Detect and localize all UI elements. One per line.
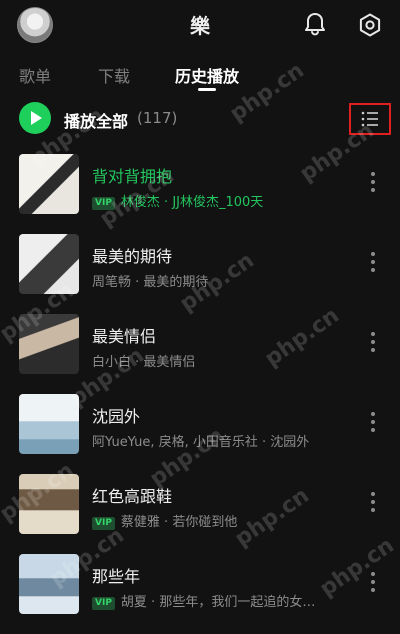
- album-cover: [19, 394, 79, 454]
- artist-album: 阿YueYue, 戾格, 小田音乐社 · 沈园外: [92, 435, 310, 450]
- artist-album: 周笔畅 · 最美的期待: [92, 275, 209, 290]
- list-mode-icon: [361, 111, 378, 127]
- bell-icon[interactable]: [302, 11, 328, 37]
- album-cover: [19, 234, 79, 294]
- play-all-label[interactable]: 播放全部: [64, 108, 128, 132]
- song-meta: 白小白 · 最美情侣: [92, 351, 195, 370]
- artist-album: 白小白 · 最美情侣: [92, 355, 196, 370]
- song-title: 背对背拥抱: [92, 167, 173, 186]
- list-mode-button[interactable]: [349, 103, 391, 135]
- song-meta: VIP 林俊杰 · JJ林俊杰_100天: [92, 191, 263, 210]
- song-title: 最美情侣: [92, 327, 157, 346]
- album-cover: [19, 554, 79, 614]
- tab-history[interactable]: 历史播放: [175, 63, 239, 87]
- song-title: 那些年: [92, 567, 141, 586]
- more-options-icon[interactable]: [366, 490, 380, 514]
- settings-icon[interactable]: [357, 12, 383, 38]
- vip-badge: VIP: [92, 197, 115, 210]
- play-icon: [31, 111, 42, 125]
- play-all-bar: 播放全部 (117): [0, 96, 400, 142]
- song-row[interactable]: 红色高跟鞋 VIP 蔡健雅 · 若你碰到他: [0, 462, 400, 540]
- vip-badge: VIP: [92, 597, 115, 610]
- tab-downloads[interactable]: 下载: [98, 63, 130, 87]
- more-options-icon[interactable]: [366, 170, 380, 194]
- album-cover: [19, 154, 79, 214]
- artist-album: 林俊杰 · JJ林俊杰_100天: [120, 195, 264, 210]
- song-title: 红色高跟鞋: [92, 487, 173, 506]
- song-meta: VIP 胡夏 · 那些年，我们一起追的女…: [92, 591, 315, 610]
- app-header: 樂: [0, 0, 400, 50]
- artist-album: 蔡健雅 · 若你碰到他: [120, 515, 238, 530]
- song-meta: 阿YueYue, 戾格, 小田音乐社 · 沈园外: [92, 431, 309, 450]
- more-options-icon[interactable]: [366, 410, 380, 434]
- song-row[interactable]: 最美情侣 白小白 · 最美情侣: [0, 302, 400, 380]
- song-row[interactable]: 最美的期待 周笔畅 · 最美的期待: [0, 222, 400, 300]
- more-options-icon[interactable]: [366, 250, 380, 274]
- active-tab-indicator: [198, 88, 216, 91]
- tab-bar: 歌单 下载 历史播放: [0, 50, 400, 96]
- app-title: 樂: [190, 14, 210, 38]
- play-all-button[interactable]: [19, 102, 51, 134]
- album-cover: [19, 314, 79, 374]
- more-options-icon[interactable]: [366, 570, 380, 594]
- song-row[interactable]: 那些年 VIP 胡夏 · 那些年，我们一起追的女…: [0, 542, 400, 620]
- artist-album: 胡夏 · 那些年，我们一起追的女…: [120, 595, 316, 610]
- song-count: (117): [137, 109, 178, 127]
- song-title: 最美的期待: [92, 247, 173, 266]
- song-row[interactable]: 背对背拥抱 VIP 林俊杰 · JJ林俊杰_100天: [0, 142, 400, 220]
- song-title: 沈园外: [92, 407, 141, 426]
- song-row[interactable]: 沈园外 阿YueYue, 戾格, 小田音乐社 · 沈园外: [0, 382, 400, 460]
- song-meta: VIP 蔡健雅 · 若你碰到他: [92, 511, 237, 530]
- tab-playlists[interactable]: 歌单: [19, 63, 51, 87]
- album-cover: [19, 474, 79, 534]
- more-options-icon[interactable]: [366, 330, 380, 354]
- vip-badge: VIP: [92, 517, 115, 530]
- song-meta: 周笔畅 · 最美的期待: [92, 271, 208, 290]
